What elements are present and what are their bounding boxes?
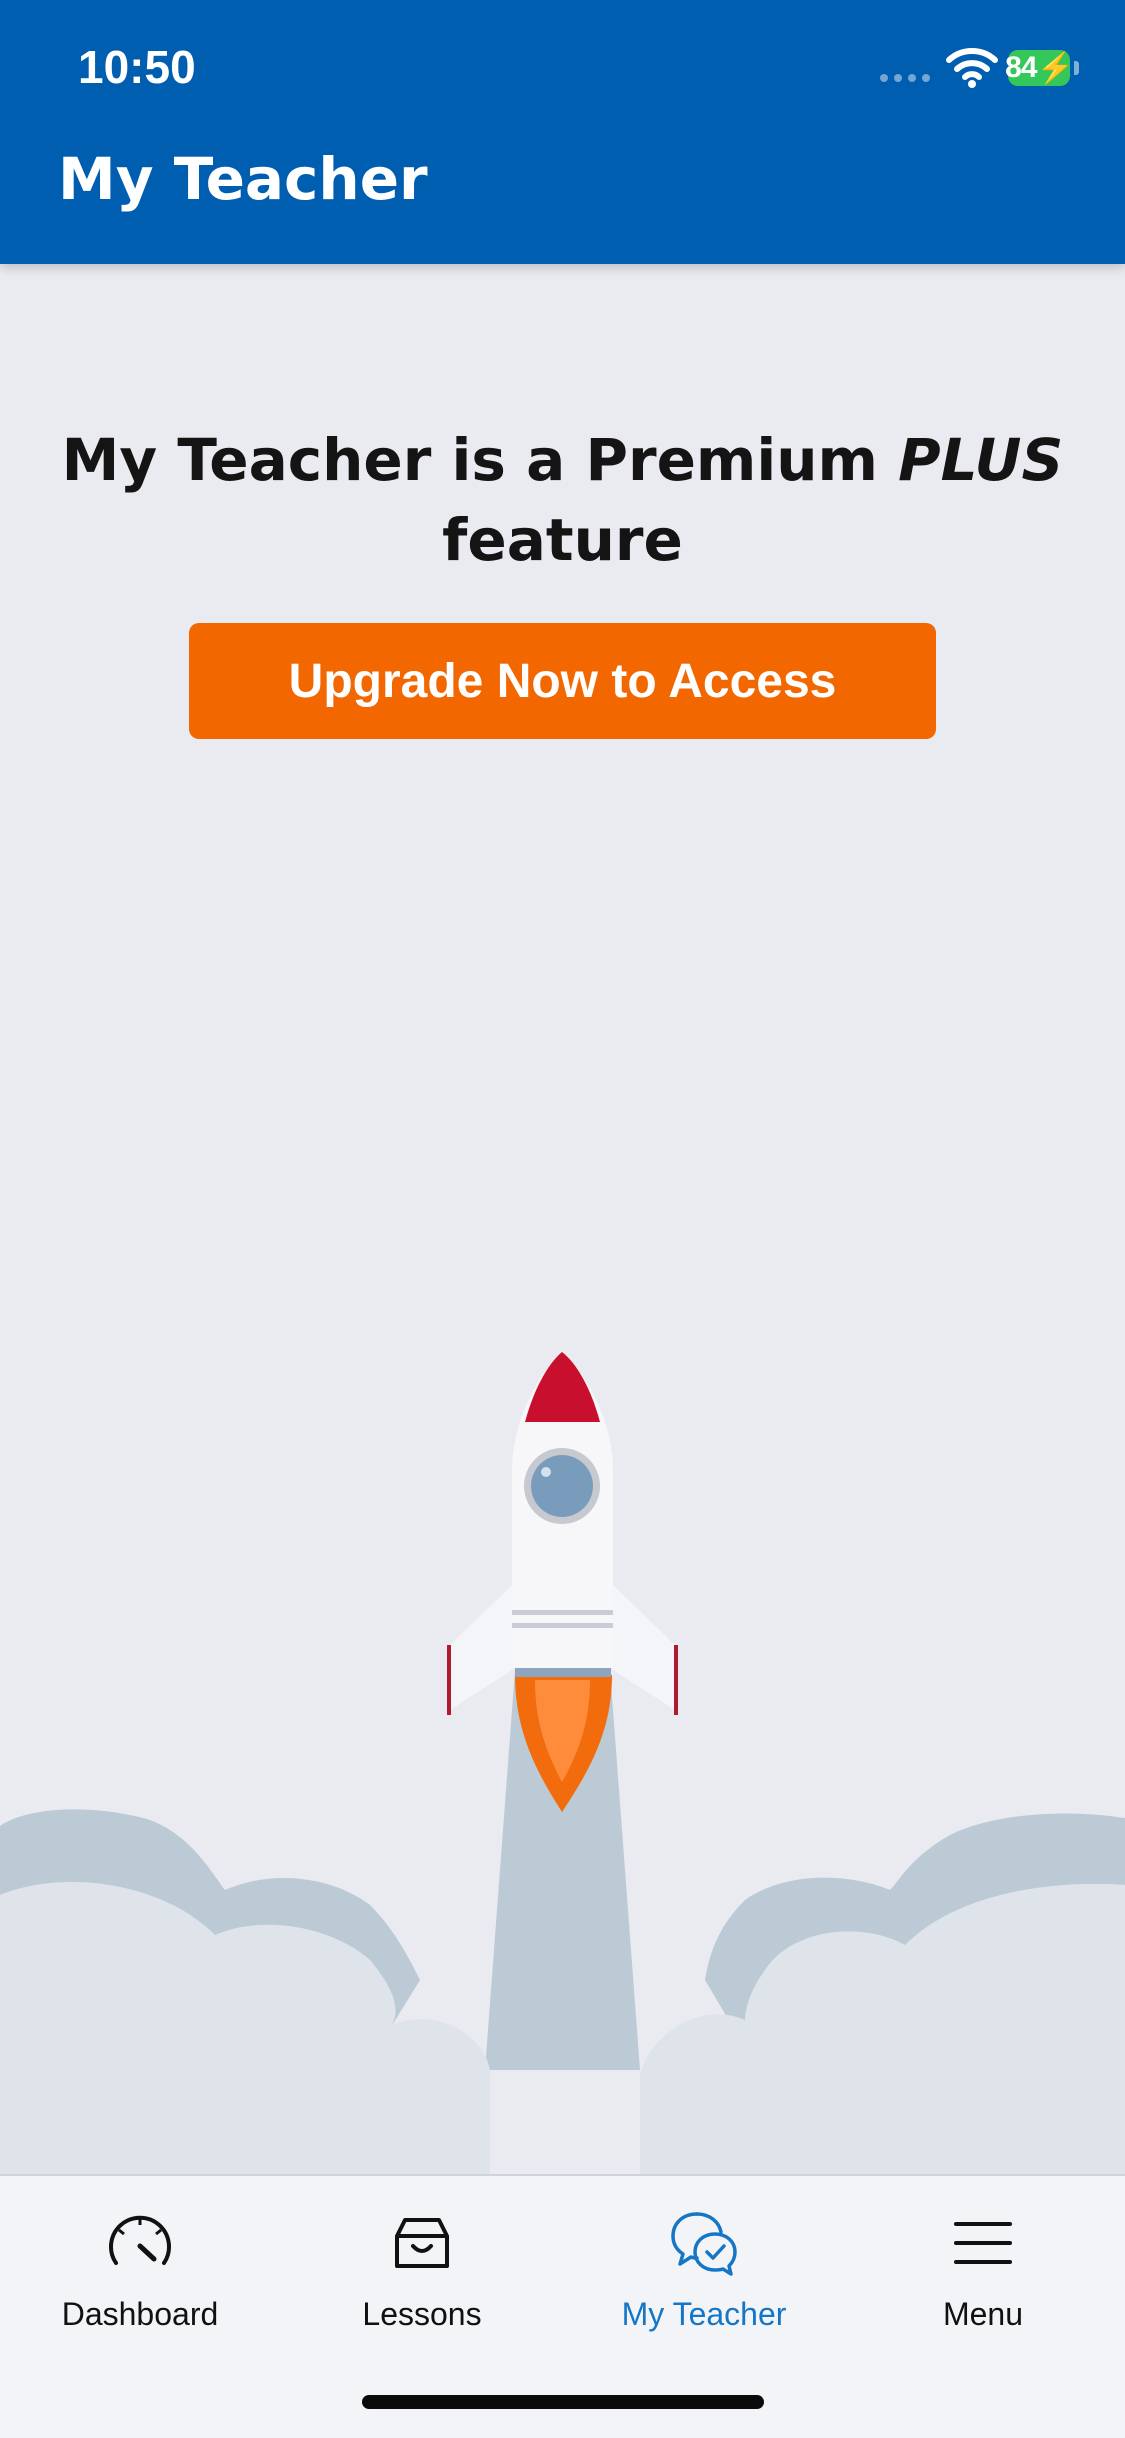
rocket-window-glint [541, 1467, 551, 1477]
battery-icon: 84 ⚡ [1005, 50, 1074, 86]
premium-feature-heading: My Teacher is a Premium PLUS feature [60, 420, 1065, 580]
tab-dashboard[interactable]: Dashboard [10, 2206, 270, 2336]
heading-emphasis: PLUS [898, 426, 1064, 494]
tab-menu[interactable]: Menu [853, 2206, 1113, 2336]
rocket-stripe [512, 1610, 613, 1615]
battery-level: 84 [1005, 51, 1037, 84]
tab-label: Dashboard [61, 2296, 219, 2332]
home-indicator[interactable] [362, 2395, 764, 2409]
status-time: 10:50 [78, 41, 196, 93]
cellular-signal-icon [880, 74, 932, 84]
rocket-fin-left [450, 1585, 515, 1710]
rocket-base [515, 1668, 611, 1677]
rocket-fin-edge [674, 1645, 678, 1715]
wifi-icon [946, 48, 998, 88]
tab-label: Lessons [362, 2296, 482, 2332]
heading-suffix: feature [442, 506, 683, 574]
tab-label: Menu [942, 2296, 1024, 2332]
tab-label: My Teacher [621, 2296, 787, 2332]
chat-bubbles-check-icon [671, 2212, 737, 2276]
rocket-window [531, 1455, 593, 1517]
speedometer-icon [109, 2215, 171, 2265]
rocket-stripe [512, 1623, 613, 1628]
heading-prefix: My Teacher is a Premium [61, 426, 899, 494]
app-header: 10:50 84 ⚡ My Teacher [0, 0, 1125, 264]
tab-my-teacher[interactable]: My Teacher [574, 2206, 834, 2336]
rocket-launch-illustration [0, 1352, 1125, 2175]
rocket-fin-right [610, 1585, 675, 1710]
rocket-fin-edge [447, 1645, 451, 1715]
tab-lessons[interactable]: Lessons [292, 2206, 552, 2336]
page-title: My Teacher [58, 145, 428, 213]
hamburger-menu-icon [954, 2222, 1012, 2264]
battery-cap [1074, 61, 1079, 75]
upgrade-now-button[interactable]: Upgrade Now to Access [189, 623, 936, 739]
inbox-tray-icon [395, 2218, 449, 2268]
